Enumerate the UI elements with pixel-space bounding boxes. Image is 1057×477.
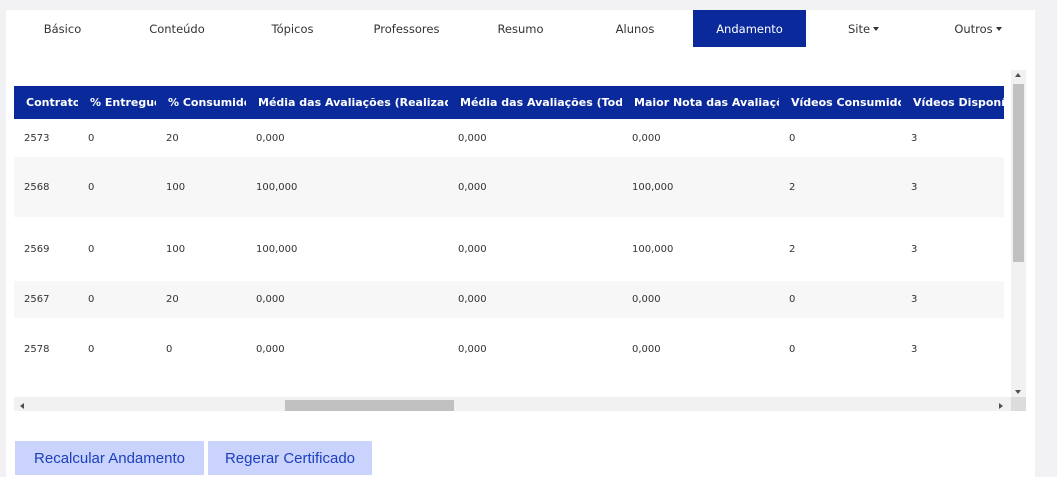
table-cell: 2 bbox=[789, 243, 796, 255]
table-cell: 2568 bbox=[24, 181, 50, 193]
table-cell: 0,000 bbox=[458, 243, 487, 255]
table-cell: 0 bbox=[789, 344, 796, 355]
table-cell: 0,000 bbox=[458, 132, 487, 144]
table-cell: 0 bbox=[88, 344, 95, 355]
table-cell: 0 bbox=[789, 294, 796, 305]
scroll-right-arrow-icon[interactable] bbox=[999, 403, 1003, 409]
table-row: 2567 0 20 0,000 0,000 0,000 0 3 bbox=[14, 281, 1004, 318]
table-cell: 2567 bbox=[24, 294, 50, 305]
table-cell: 3 bbox=[911, 132, 918, 144]
table-header-row: Contrato % Entregue % Consumido Média da… bbox=[14, 86, 1004, 119]
table-cell: 3 bbox=[911, 243, 918, 255]
tab-alunos[interactable]: Alunos bbox=[578, 10, 692, 47]
tab-topicos[interactable]: Tópicos bbox=[235, 10, 350, 47]
table-cell: 0 bbox=[789, 132, 796, 144]
tab-conteudo[interactable]: Conteúdo bbox=[119, 10, 235, 47]
table-cell: 0 bbox=[166, 344, 173, 355]
table-row: 2573 0 20 0,000 0,000 0,000 0 3 bbox=[14, 119, 1004, 157]
column-header[interactable]: % Entregue bbox=[78, 86, 156, 119]
table-row: 2568 0 100 100,000 0,000 100,000 2 3 bbox=[14, 157, 1004, 217]
table-cell: 0,000 bbox=[256, 132, 285, 144]
table-cell: 0,000 bbox=[632, 344, 661, 355]
progress-table-container: Contrato % Entregue % Consumido Média da… bbox=[14, 57, 1026, 411]
table-cell: 0 bbox=[88, 294, 95, 305]
table-cell: 0 bbox=[88, 132, 95, 144]
table-cell: 0 bbox=[88, 243, 95, 255]
table-cell: 2573 bbox=[24, 132, 50, 144]
tab-professores[interactable]: Professores bbox=[350, 10, 463, 47]
scroll-left-arrow-icon[interactable] bbox=[20, 403, 24, 409]
table-row: 2569 0 100 100,000 0,000 100,000 2 3 bbox=[14, 217, 1004, 281]
table-cell: 100,000 bbox=[632, 181, 674, 193]
horizontal-scrollbar[interactable] bbox=[14, 397, 1026, 411]
caret-down-icon bbox=[995, 26, 1002, 31]
table-cell: 20 bbox=[166, 132, 179, 144]
tab-andamento[interactable]: Andamento bbox=[693, 10, 806, 47]
scrollbar-corner bbox=[1011, 397, 1026, 411]
table-cell: 0,000 bbox=[632, 132, 661, 144]
table-cell: 0,000 bbox=[632, 294, 661, 305]
column-header[interactable]: % Consumido bbox=[156, 86, 246, 119]
table-cell: 3 bbox=[911, 344, 918, 355]
table-cell: 2569 bbox=[24, 243, 50, 255]
column-header[interactable]: Maior Nota das Avaliações bbox=[622, 86, 779, 119]
column-header[interactable]: Média das Avaliações (Todas) bbox=[448, 86, 622, 119]
recalculate-progress-button[interactable]: Recalcular Andamento bbox=[15, 441, 204, 475]
table-row: 2578 0 0 0,000 0,000 0,000 0 3 bbox=[14, 318, 1004, 381]
table-cell: 0,000 bbox=[458, 181, 487, 193]
table-cell: 100,000 bbox=[256, 181, 298, 193]
table-cell: 2 bbox=[789, 181, 796, 193]
horizontal-scroll-thumb[interactable] bbox=[285, 400, 454, 411]
course-panel: Básico Conteúdo Tópicos Professores Resu… bbox=[6, 10, 1035, 477]
table-cell: 100,000 bbox=[256, 243, 298, 255]
progress-table: Contrato % Entregue % Consumido Média da… bbox=[14, 86, 1004, 381]
table-cell: 0,000 bbox=[256, 294, 285, 305]
table-viewport[interactable]: Contrato % Entregue % Consumido Média da… bbox=[14, 86, 1004, 400]
table-cell: 100 bbox=[166, 243, 186, 255]
table-cell: 100 bbox=[166, 181, 186, 193]
caret-down-icon bbox=[873, 26, 880, 31]
vertical-scrollbar[interactable] bbox=[1011, 70, 1026, 397]
table-cell: 20 bbox=[166, 294, 179, 305]
table-cell: 0,000 bbox=[458, 344, 487, 355]
column-header[interactable]: Vídeos Consumidos bbox=[779, 86, 901, 119]
table-cell: 3 bbox=[911, 294, 918, 305]
vertical-scroll-thumb[interactable] bbox=[1013, 84, 1024, 262]
table-cell: 3 bbox=[911, 181, 918, 193]
column-header[interactable]: Média das Avaliações (Realizadas) bbox=[246, 86, 448, 119]
table-cell: 0,000 bbox=[256, 344, 285, 355]
tab-outros[interactable]: Outros bbox=[921, 10, 1035, 47]
tab-bar: Básico Conteúdo Tópicos Professores Resu… bbox=[6, 10, 1035, 47]
scroll-up-arrow-icon[interactable] bbox=[1015, 73, 1021, 77]
table-cell: 0 bbox=[88, 181, 95, 193]
scroll-down-arrow-icon[interactable] bbox=[1015, 390, 1021, 394]
column-header[interactable]: Contrato bbox=[14, 86, 78, 119]
tab-resumo[interactable]: Resumo bbox=[463, 10, 578, 47]
column-header[interactable]: Vídeos Disponíveis bbox=[901, 86, 1004, 119]
table-cell: 100,000 bbox=[632, 243, 674, 255]
table-cell: 2578 bbox=[24, 344, 50, 355]
tab-site[interactable]: Site bbox=[806, 10, 921, 47]
regenerate-certificate-button[interactable]: Regerar Certificado bbox=[208, 441, 372, 475]
tab-basico[interactable]: Básico bbox=[6, 10, 119, 47]
table-cell: 0,000 bbox=[458, 294, 487, 305]
